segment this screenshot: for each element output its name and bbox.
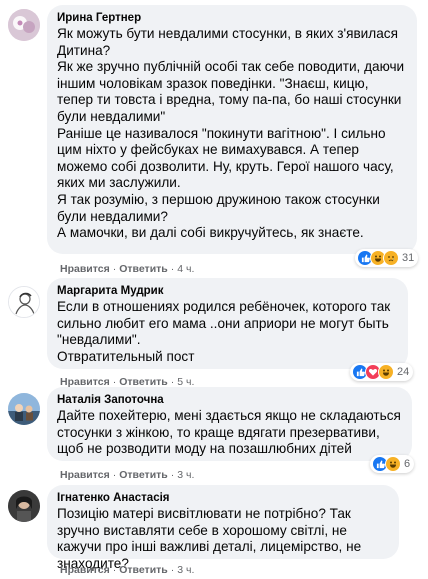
comment-time[interactable]: 4 ч. bbox=[177, 263, 194, 275]
comment-text: Если в отношениях родился ребёночек, кот… bbox=[57, 299, 391, 364]
reply-link[interactable]: Ответить bbox=[119, 469, 168, 481]
comment-bubble: Ирина Гертнер Як можуть бути невдалими с… bbox=[47, 5, 417, 254]
reply-link[interactable]: Ответить bbox=[119, 263, 168, 275]
reaction-summary[interactable]: 24 bbox=[350, 363, 414, 381]
like-link[interactable]: Нравится bbox=[60, 263, 110, 275]
comment-author[interactable]: Наталія Запоточна bbox=[57, 393, 402, 408]
reaction-summary[interactable]: 31 bbox=[355, 249, 419, 267]
comment-actions: Нравится · Ответить · 3 ч. bbox=[60, 469, 195, 481]
comment-author[interactable]: Ігнатенко Анастасія bbox=[57, 491, 389, 506]
comment-text: Дайте похейтерю, мені здається якщо не с… bbox=[57, 408, 401, 457]
haha-icon bbox=[378, 364, 394, 380]
reaction-count: 24 bbox=[397, 366, 410, 378]
comment-author[interactable]: Маргарита Мудрик bbox=[57, 284, 398, 299]
reaction-count: 6 bbox=[404, 458, 411, 470]
comment-actions: Нравится · Ответить · 4 ч. bbox=[60, 263, 195, 275]
sad-icon bbox=[383, 250, 399, 266]
comment-bubble: Ігнатенко Анастасія Позицію матері висві… bbox=[47, 485, 399, 571]
avatar-photo-icon bbox=[8, 490, 40, 522]
comment-bubble: Наталія Запоточна Дайте похейтерю, мені … bbox=[47, 387, 412, 461]
comment-text: Позицію матері висвітлювати не потрібно?… bbox=[57, 506, 362, 571]
like-link[interactable]: Нравится bbox=[60, 564, 110, 576]
comment-bubble: Маргарита Мудрик Если в отношениях родил… bbox=[47, 278, 408, 369]
avatar-photo-icon bbox=[8, 9, 40, 41]
comment-time[interactable]: 3 ч. bbox=[177, 469, 194, 481]
avatar[interactable] bbox=[8, 9, 40, 41]
comment-time[interactable]: 3 ч. bbox=[177, 564, 194, 576]
like-link[interactable]: Нравится bbox=[60, 469, 110, 481]
comment-author[interactable]: Ирина Гертнер bbox=[57, 11, 407, 26]
comment-actions: Нравится · Ответить · 3 ч. bbox=[60, 564, 195, 576]
avatar-drawing-icon bbox=[9, 287, 39, 317]
avatar-photo-icon bbox=[8, 393, 40, 425]
avatar[interactable] bbox=[8, 393, 40, 425]
haha-icon bbox=[385, 456, 401, 472]
avatar[interactable] bbox=[8, 286, 40, 318]
reply-link[interactable]: Ответить bbox=[119, 564, 168, 576]
comment-text: Як можуть бути невдалими стосунки, в яки… bbox=[57, 26, 405, 241]
reaction-summary[interactable]: 6 bbox=[370, 455, 415, 473]
reaction-count: 31 bbox=[402, 252, 415, 264]
avatar[interactable] bbox=[8, 490, 40, 522]
